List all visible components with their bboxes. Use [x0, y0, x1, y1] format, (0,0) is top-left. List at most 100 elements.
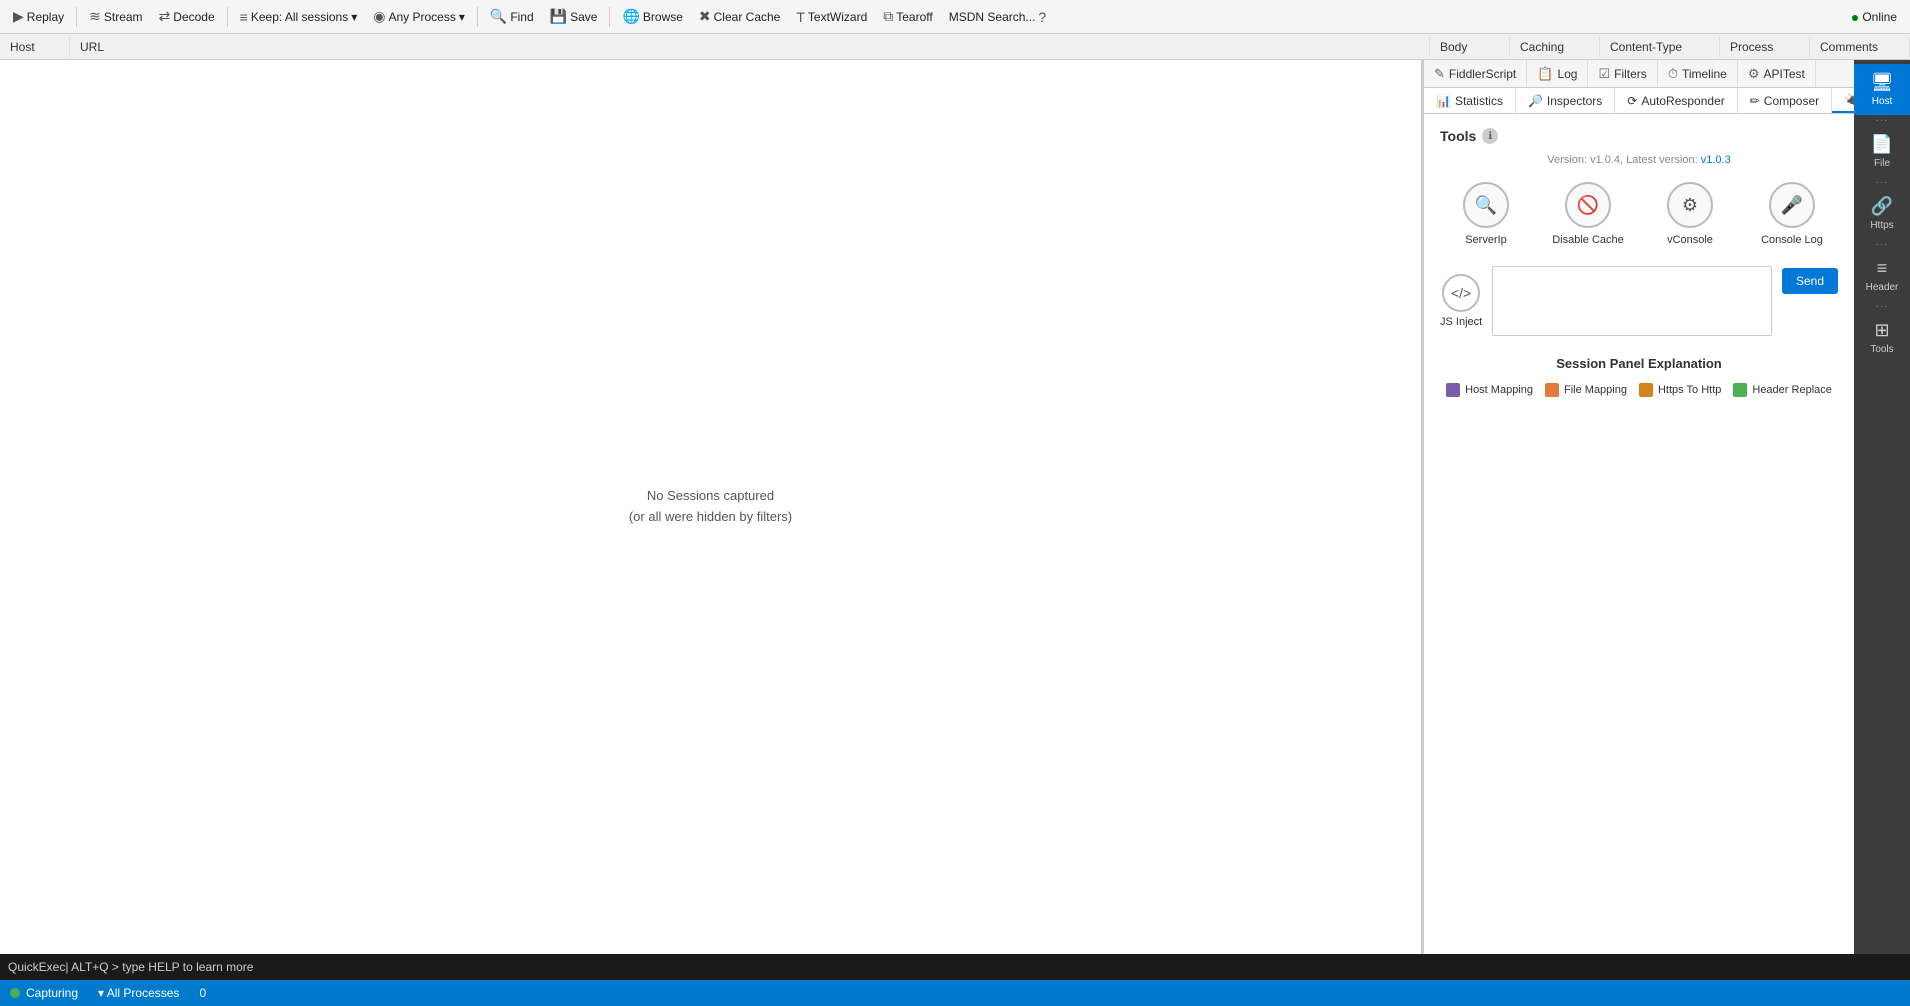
- fiddler-script-icon: ✎: [1434, 66, 1445, 82]
- fplug-dots-4: ···: [1876, 301, 1889, 312]
- right-second-tabs: 📊 Statistics 🔎 Inspectors ⟳ AutoResponde…: [1424, 88, 1854, 114]
- msdn-icon: ?: [1038, 9, 1046, 25]
- keep-dropdown-icon: ▾: [351, 10, 357, 24]
- tool-disable-cache[interactable]: 🚫 Disable Cache: [1542, 182, 1634, 246]
- decode-icon: ⇄: [159, 8, 171, 25]
- tool-server-ip[interactable]: 🔍 ServerIp: [1440, 182, 1532, 246]
- find-icon: 🔍: [490, 8, 507, 25]
- tab-filters[interactable]: ☑ Filters: [1588, 60, 1657, 87]
- tab-statistics[interactable]: 📊 Statistics: [1424, 88, 1516, 113]
- tab-apitest[interactable]: ⚙ APITest: [1738, 60, 1816, 87]
- tearoff-icon: ⧉: [883, 8, 893, 25]
- any-process-button[interactable]: ◉ Any Process ▾: [366, 5, 472, 28]
- col-process[interactable]: Process: [1720, 37, 1810, 57]
- sep1: [76, 7, 77, 27]
- disable-cache-label: Disable Cache: [1552, 234, 1624, 246]
- decode-button[interactable]: ⇄ Decode: [152, 5, 222, 28]
- col-url[interactable]: URL: [70, 37, 1430, 57]
- tab-composer[interactable]: ✏ Composer: [1738, 88, 1832, 113]
- fplug-https[interactable]: 🔗 Https: [1854, 188, 1910, 239]
- online-icon: ●: [1851, 9, 1859, 25]
- js-inject-row: </> JS Inject Send: [1440, 266, 1838, 336]
- tab-autoresponder[interactable]: ⟳ AutoResponder: [1615, 88, 1737, 113]
- fplug-dots-2: ···: [1876, 177, 1889, 188]
- stream-icon: ≋: [89, 8, 101, 25]
- tools-sidebar-icon: ⊞: [1874, 320, 1889, 341]
- server-ip-icon: 🔍: [1463, 182, 1509, 228]
- https-sidebar-icon: 🔗: [1871, 196, 1893, 217]
- statistics-icon: 📊: [1436, 94, 1451, 108]
- sep3: [477, 7, 478, 27]
- tab-timeline[interactable]: ⏱ Timeline: [1658, 60, 1738, 87]
- tools-grid: 🔍 ServerIp 🚫 Disable Cache ⚙ vConsole 🎤 …: [1440, 182, 1838, 246]
- js-inject-send-button[interactable]: Send: [1782, 268, 1838, 294]
- find-button[interactable]: 🔍 Find: [483, 5, 541, 28]
- replay-icon: ▶: [13, 8, 24, 25]
- col-comments[interactable]: Comments: [1810, 37, 1910, 57]
- online-button[interactable]: ● Online: [1844, 6, 1904, 28]
- tool-console-log[interactable]: 🎤 Console Log: [1746, 182, 1838, 246]
- apitest-icon: ⚙: [1748, 66, 1760, 82]
- header-sidebar-icon: ≡: [1877, 258, 1888, 279]
- status-bar: Capturing ▾ All Processes 0: [0, 980, 1910, 1006]
- tools-info-icon[interactable]: ℹ: [1482, 128, 1498, 144]
- log-icon: 📋: [1537, 66, 1553, 82]
- autoresponder-icon: ⟳: [1627, 94, 1637, 108]
- fplug-file[interactable]: 📄 File: [1854, 126, 1910, 177]
- clear-cache-button[interactable]: ✖ Clear Cache: [692, 5, 787, 28]
- vconsole-label: vConsole: [1667, 234, 1713, 246]
- col-content-type[interactable]: Content-Type: [1600, 37, 1720, 57]
- capturing-dot: [10, 988, 20, 998]
- fplug-header[interactable]: ≡ Header: [1854, 250, 1910, 301]
- legend-host-mapping: Host Mapping: [1446, 383, 1533, 397]
- main-area: No Sessions captured (or all were hidden…: [0, 60, 1910, 954]
- console-log-label: Console Log: [1761, 234, 1823, 246]
- https-to-http-dot: [1639, 383, 1653, 397]
- status-count: 0: [199, 986, 206, 1000]
- col-body[interactable]: Body: [1430, 37, 1510, 57]
- js-inject-icon: </>: [1442, 274, 1480, 312]
- version-text: Version: v1.0.4, Latest version: v1.0.3: [1440, 154, 1838, 166]
- browse-button[interactable]: 🌐 Browse: [615, 5, 689, 28]
- quick-exec-bar[interactable]: QuickExec| ALT+Q > type HELP to learn mo…: [0, 954, 1910, 980]
- no-sessions-message: No Sessions captured (or all were hidden…: [629, 486, 792, 528]
- msdn-search-button[interactable]: MSDN Search... ?: [942, 6, 1054, 28]
- tab-log[interactable]: 📋 Log: [1527, 60, 1588, 87]
- session-legend: Host Mapping File Mapping Https To Http …: [1440, 383, 1838, 397]
- fplug-dots-1: ···: [1876, 115, 1889, 126]
- stream-button[interactable]: ≋ Stream: [82, 5, 149, 28]
- col-caching[interactable]: Caching: [1510, 37, 1600, 57]
- textwizard-icon: T: [796, 9, 805, 25]
- browse-icon: 🌐: [622, 8, 639, 25]
- col-host[interactable]: Host: [0, 37, 70, 57]
- keep-button[interactable]: ≡ Keep: All sessions ▾: [233, 6, 365, 28]
- js-inject-input[interactable]: [1492, 266, 1772, 336]
- save-button[interactable]: 💾 Save: [543, 5, 605, 28]
- composer-icon: ✏: [1750, 94, 1760, 108]
- host-sidebar-icon: 🖥: [1871, 72, 1894, 93]
- tab-inspectors[interactable]: 🔎 Inspectors: [1516, 88, 1615, 113]
- file-mapping-dot: [1545, 383, 1559, 397]
- replay-button[interactable]: ▶ Replay: [6, 5, 71, 28]
- fplug-tools[interactable]: ⊞ Tools: [1854, 312, 1910, 363]
- version-link[interactable]: v1.0.3: [1701, 154, 1731, 166]
- textwizard-button[interactable]: T TextWizard: [789, 6, 874, 28]
- status-process-filter: ▾ All Processes: [98, 986, 179, 1000]
- tools-content: Tools ℹ Version: v1.0.4, Latest version:…: [1424, 114, 1854, 954]
- right-top-tabs: ✎ FiddlerScript 📋 Log ☑ Filters ⏱ Timeli…: [1424, 60, 1854, 88]
- column-headers: Host URL Body Caching Content-Type Proce…: [0, 34, 1910, 60]
- disable-cache-icon: 🚫: [1565, 182, 1611, 228]
- legend-file-mapping: File Mapping: [1545, 383, 1627, 397]
- tool-vconsole[interactable]: ⚙ vConsole: [1644, 182, 1736, 246]
- status-capturing: Capturing: [10, 986, 78, 1000]
- tab-fiddler-script[interactable]: ✎ FiddlerScript: [1424, 60, 1527, 87]
- legend-header-replace: Header Replace: [1733, 383, 1832, 397]
- js-inject-wrap: </> JS Inject: [1440, 274, 1482, 328]
- process-filter-icon: ▾: [98, 986, 107, 1000]
- fplug-sidebar: 🖥 Host ··· 📄 File ··· 🔗 Https ··· ≡ Head…: [1854, 60, 1910, 954]
- server-ip-label: ServerIp: [1465, 234, 1507, 246]
- tearoff-button[interactable]: ⧉ Tearoff: [876, 5, 939, 28]
- sep4: [609, 7, 610, 27]
- clear-cache-icon: ✖: [699, 8, 711, 25]
- fplug-host[interactable]: 🖥 Host: [1854, 64, 1910, 115]
